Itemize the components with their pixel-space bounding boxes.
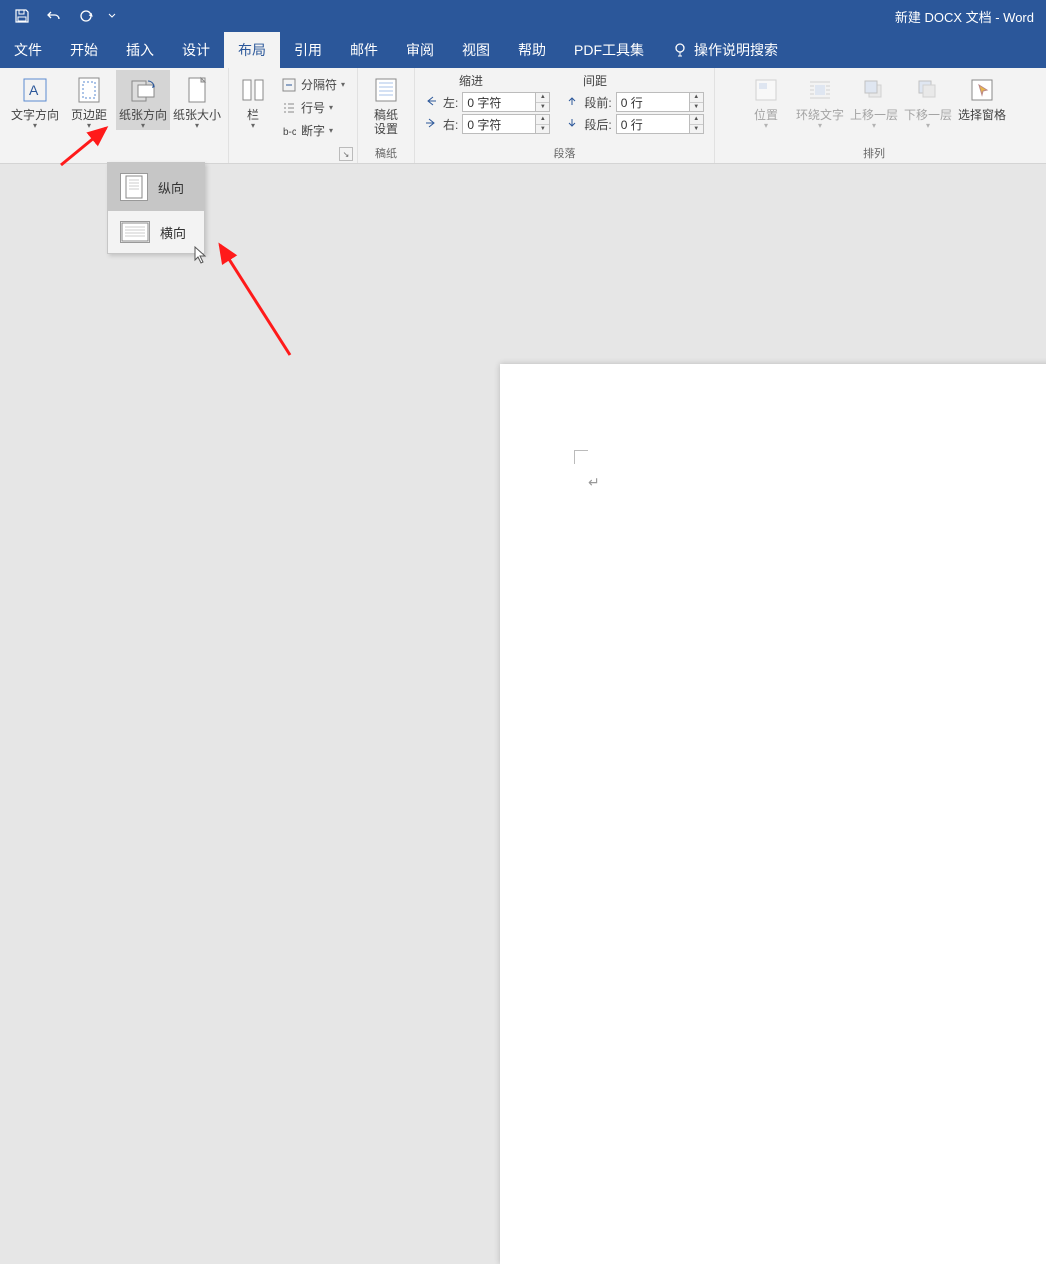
tab-references[interactable]: 引用: [280, 32, 336, 68]
spacing-after-input[interactable]: 0 行: [616, 114, 690, 134]
bring-forward-icon: [858, 74, 890, 106]
group-label-manuscript: 稿纸: [362, 145, 410, 163]
line-numbers-icon: [281, 100, 297, 116]
page-setup-dialog-launcher[interactable]: ↘: [339, 147, 353, 161]
send-backward-icon: [912, 74, 944, 106]
breaks-button[interactable]: 分隔符▾: [277, 74, 349, 95]
wrap-text-icon: [804, 74, 836, 106]
line-numbers-button[interactable]: 行号▾: [277, 97, 349, 118]
tab-mailings[interactable]: 邮件: [336, 32, 392, 68]
text-direction-icon: A: [19, 74, 51, 106]
group-label-paragraph: 段落: [419, 145, 710, 163]
chevron-down-icon: ▾: [141, 122, 145, 130]
breaks-icon: [281, 77, 297, 93]
orientation-icon: [127, 74, 159, 106]
tab-pdf-tools[interactable]: PDF工具集: [560, 32, 658, 68]
tell-me-label: 操作说明搜索: [694, 40, 778, 60]
tell-me-search[interactable]: 操作说明搜索: [658, 32, 792, 68]
spacing-header: 间距: [583, 72, 607, 89]
tab-design[interactable]: 设计: [168, 32, 224, 68]
columns-button[interactable]: 栏 ▾: [233, 70, 273, 130]
quick-access-toolbar: [0, 3, 120, 29]
page-size-icon: [181, 74, 213, 106]
text-direction-button[interactable]: A 文字方向 ▾: [8, 70, 62, 130]
margins-button[interactable]: 页边距 ▾: [62, 70, 116, 130]
mouse-cursor-icon: [194, 246, 208, 264]
page-size-button[interactable]: 纸张大小 ▾: [170, 70, 224, 130]
title-bar: 新建 DOCX 文档 - Word: [0, 0, 1046, 32]
indent-right-spinner[interactable]: ▲▼: [536, 114, 550, 134]
ribbon-tab-strip: 文件 开始 插入 设计 布局 引用 邮件 审阅 视图 帮助 PDF工具集 操作说…: [0, 32, 1046, 68]
spacing-before-label: 段前:: [584, 94, 611, 111]
send-backward-button: 下移一层 ▾: [901, 70, 955, 130]
landscape-icon: [120, 221, 150, 243]
indent-left-label: 左:: [443, 94, 458, 111]
chevron-down-icon: ▾: [251, 122, 255, 130]
spacing-before-spinner[interactable]: ▲▼: [690, 92, 704, 112]
indent-right-label: 右:: [443, 116, 458, 133]
spacing-after-icon: [566, 117, 580, 131]
spacing-before-icon: [566, 95, 580, 109]
hyphenation-icon: b-c: [281, 123, 297, 139]
document-page[interactable]: ↵: [500, 364, 1046, 1264]
tab-view[interactable]: 视图: [448, 32, 504, 68]
indent-header: 缩进: [459, 72, 483, 89]
selection-pane-icon: [966, 74, 998, 106]
selection-pane-button[interactable]: 选择窗格: [955, 70, 1009, 122]
spacing-after-spinner[interactable]: ▲▼: [690, 114, 704, 134]
margins-icon: [73, 74, 105, 106]
manuscript-settings-button[interactable]: 稿纸 设置: [362, 70, 410, 136]
columns-icon: [237, 74, 269, 106]
bring-forward-button: 上移一层 ▾: [847, 70, 901, 130]
window-title: 新建 DOCX 文档 - Word: [895, 0, 1034, 32]
tab-review[interactable]: 审阅: [392, 32, 448, 68]
tab-help[interactable]: 帮助: [504, 32, 560, 68]
orientation-portrait-item[interactable]: 纵向: [108, 163, 204, 211]
chevron-down-icon: ▾: [87, 122, 91, 130]
paragraph-mark: ↵: [588, 474, 600, 491]
portrait-icon: [120, 173, 148, 201]
chevron-down-icon: ▾: [33, 122, 37, 130]
ribbon: A 文字方向 ▾ 页边距 ▾ 纸张方向 ▾: [0, 68, 1046, 164]
tab-home[interactable]: 开始: [56, 32, 112, 68]
indent-left-spinner[interactable]: ▲▼: [536, 92, 550, 112]
manuscript-icon: [370, 74, 402, 106]
spacing-after-label: 段后:: [584, 116, 611, 133]
spacing-before-input[interactable]: 0 行: [616, 92, 690, 112]
redo-button[interactable]: [72, 3, 100, 29]
orientation-button[interactable]: 纸张方向 ▾: [116, 70, 170, 130]
document-area[interactable]: ↵: [0, 164, 1046, 774]
chevron-down-icon: ▾: [195, 122, 199, 130]
tab-file[interactable]: 文件: [0, 32, 56, 68]
save-button[interactable]: [8, 3, 36, 29]
tab-layout[interactable]: 布局: [224, 32, 280, 68]
orientation-landscape-item[interactable]: 横向: [108, 211, 204, 253]
indent-left-input[interactable]: 0 字符: [462, 92, 536, 112]
margin-corner-mark: [574, 450, 588, 464]
group-label-arrange: 排列: [739, 145, 1009, 163]
indent-right-input[interactable]: 0 字符: [462, 114, 536, 134]
undo-button[interactable]: [40, 3, 68, 29]
hyphenation-button[interactable]: b-c 断字▾: [277, 120, 349, 141]
tab-insert[interactable]: 插入: [112, 32, 168, 68]
svg-text:A: A: [29, 82, 39, 98]
position-icon: [750, 74, 782, 106]
indent-right-icon: [425, 117, 439, 131]
qat-customize-button[interactable]: [104, 3, 120, 29]
orientation-dropdown: 纵向 横向: [107, 162, 205, 254]
position-button: 位置 ▾: [739, 70, 793, 130]
svg-text:b-c: b-c: [283, 127, 296, 138]
wrap-text-button: 环绕文字 ▾: [793, 70, 847, 130]
indent-left-icon: [425, 95, 439, 109]
